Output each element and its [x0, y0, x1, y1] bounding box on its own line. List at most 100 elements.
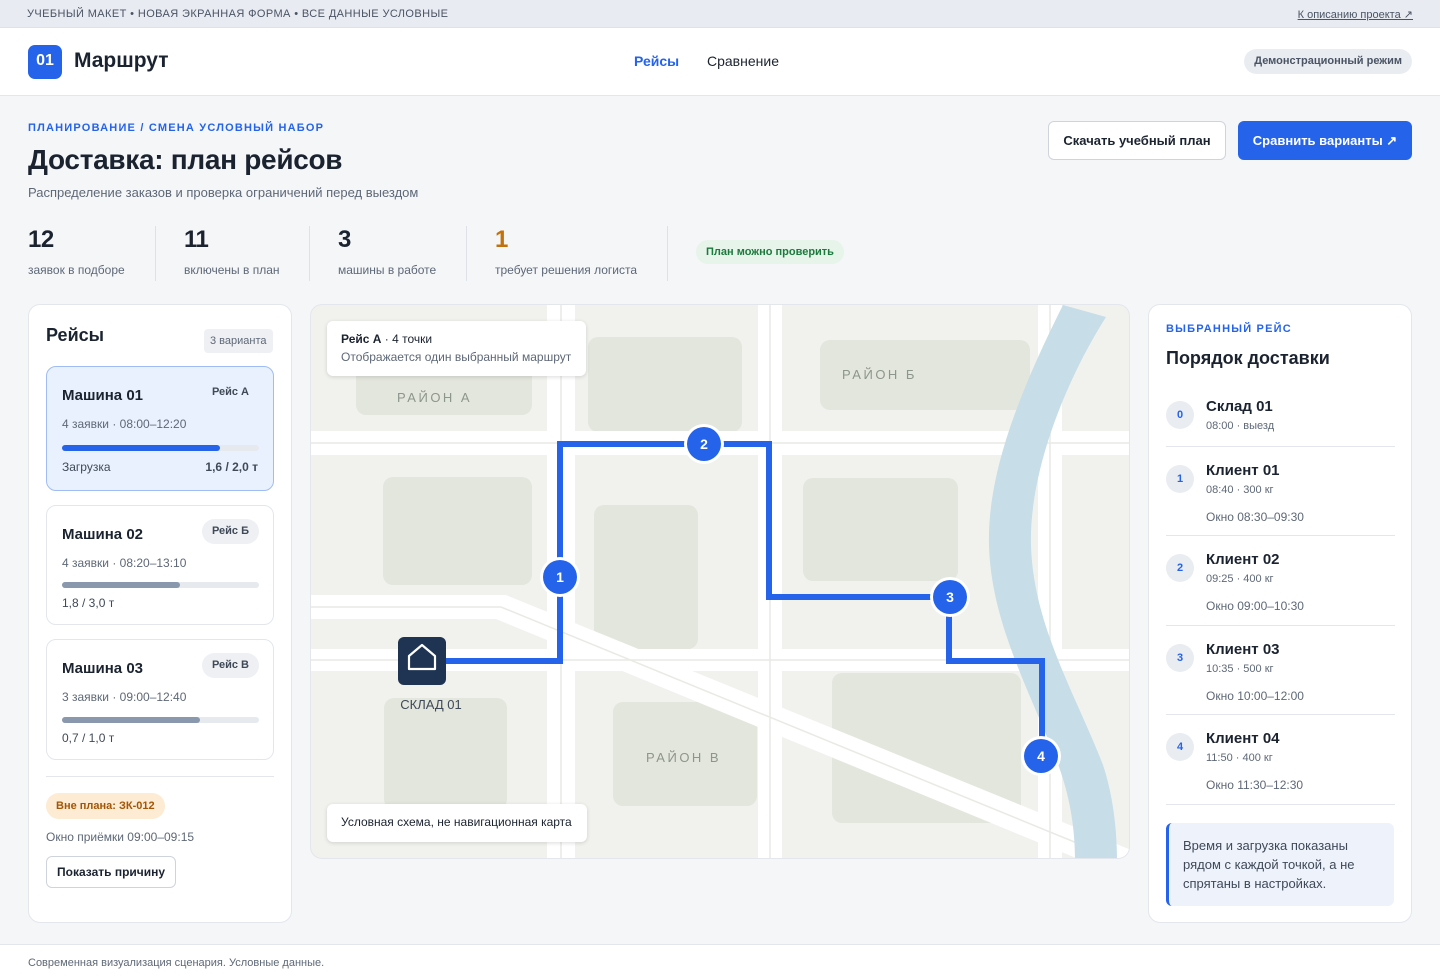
trip-card-2[interactable]: Машина 02 Рейс Б 4 заявки · 08:20–13:10 … [46, 505, 274, 625]
stat-label: машины в работе [338, 263, 437, 277]
divider [1166, 535, 1395, 536]
vehicle-name: Машина 01 [62, 387, 143, 404]
unplanned-badge: Вне плана: ЗК-012 [46, 793, 165, 819]
trip-card-1[interactable]: Машина 01 Рейс А 4 заявки · 08:00–12:20 … [46, 366, 274, 491]
footer: Современная визуализация сценария. Услов… [0, 944, 1440, 980]
vehicle-name: Машина 03 [62, 660, 143, 677]
route-subtitle: Отображается один выбранный маршрут [341, 350, 572, 364]
top-strip: УЧЕБНЫЙ МАКЕТ • НОВАЯ ЭКРАННАЯ ФОРМА • В… [0, 0, 1440, 28]
stop-window: Окно 10:00–12:00 [1206, 689, 1304, 703]
footer-text: Современная визуализация сценария. Услов… [28, 957, 325, 969]
route-name: Рейс А [341, 332, 382, 346]
project-description-link[interactable]: К описанию проекта ↗ [1298, 8, 1413, 21]
download-plan-button[interactable]: Скачать учебный план [1048, 121, 1226, 160]
route-points: · 4 точки [381, 332, 433, 346]
stat-value: 1 [495, 226, 508, 253]
stat-label: требует решения логиста [495, 263, 638, 277]
trips-title: Рейсы [46, 325, 105, 345]
district-c-label: РАЙОН В [646, 750, 721, 765]
stop-number: 2 [1166, 554, 1194, 582]
stop-name: Клиент 02 [1206, 551, 1280, 568]
compare-variants-button[interactable]: Сравнить варианты ↗ [1238, 121, 1412, 160]
district-a-label: РАЙОН А [397, 390, 472, 405]
trip-meta: 4 заявки · 08:20–13:10 [62, 556, 187, 570]
stat-requests: 12 заявок в подборе [28, 226, 125, 277]
load-value: 0,7 / 1,0 т [62, 731, 115, 745]
load-bar [62, 445, 259, 451]
vehicle-name: Машина 02 [62, 526, 143, 543]
depot-label: СКЛАД 01 [400, 697, 461, 712]
breadcrumb: ПЛАНИРОВАНИЕ / СМЕНА УСЛОВНЫЙ НАБОР [28, 122, 325, 134]
app-logo: 01 [28, 45, 62, 79]
stop-number: 3 [1166, 644, 1194, 672]
delivery-order-title: Порядок доставки [1166, 348, 1330, 368]
stop-window: Окно 09:00–10:30 [1206, 599, 1304, 613]
stop-meta: 11:50 · 400 кг [1206, 752, 1273, 764]
trip-tag: Рейс В [201, 653, 259, 678]
route-marker-2: 2 [684, 424, 724, 464]
stat-divider [466, 226, 467, 281]
load-label: Загрузка [62, 460, 111, 474]
stop-name: Клиент 01 [1206, 462, 1280, 479]
nav-trips[interactable]: Рейсы [634, 53, 679, 69]
trip-card-3[interactable]: Машина 03 Рейс В 3 заявки · 09:00–12:40 … [46, 639, 274, 760]
load-bar-fill [62, 445, 220, 451]
info-note: Время и загрузка показаны рядом с каждой… [1166, 823, 1394, 906]
stat-label: включены в план [184, 263, 280, 277]
stop-window: Окно 08:30–09:30 [1206, 510, 1304, 524]
route-map[interactable]: РАЙОН А РАЙОН Б РАЙОН В СКЛАД 01 1 2 3 4… [310, 304, 1130, 859]
map-disclaimer: Условная схема, не навигационная карта [327, 804, 587, 842]
stop-meta: 08:00 · выезд [1206, 420, 1275, 432]
route-marker-4: 4 [1021, 736, 1061, 776]
mockup-notice: УЧЕБНЫЙ МАКЕТ • НОВАЯ ЭКРАННАЯ ФОРМА • В… [27, 8, 449, 20]
trip-tag: Рейс А [211, 386, 249, 398]
load-bar [62, 582, 259, 588]
app-header: 01 Маршрут Рейсы Сравнение Демонстрацион… [0, 28, 1440, 96]
stop-meta: 09:25 · 400 кг [1206, 573, 1274, 585]
load-bar-fill [62, 582, 181, 588]
nav-compare[interactable]: Сравнение [707, 53, 779, 69]
stat-label: заявок в подборе [28, 263, 125, 277]
trip-meta: 3 заявки · 09:00–12:40 [62, 690, 187, 704]
district-b-label: РАЙОН Б [842, 367, 917, 382]
demo-mode-badge: Демонстрационный режим [1244, 49, 1412, 74]
marker-number: 3 [946, 589, 954, 605]
stop-meta: 08:40 · 300 кг [1206, 484, 1274, 496]
trip-meta: 4 заявки · 08:00–12:20 [62, 417, 187, 431]
show-reason-button[interactable]: Показать причину [46, 856, 177, 888]
route-order-panel: ВЫБРАННЫЙ РЕЙС Порядок доставки 0 Склад … [1148, 304, 1412, 923]
load-value: 1,6 / 2,0 т [205, 460, 258, 474]
trips-panel: Рейсы 3 варианта Машина 01 Рейс А 4 заяв… [28, 304, 292, 923]
route-info-card: Рейс А · 4 точки Отображается один выбра… [327, 321, 586, 376]
marker-number: 2 [700, 436, 708, 452]
app-title: Маршрут [74, 49, 169, 72]
load-bar [62, 717, 259, 723]
divider [1166, 804, 1395, 805]
stop-name: Клиент 04 [1206, 730, 1280, 747]
variants-count: 3 варианта [204, 329, 273, 353]
depot-icon [398, 637, 446, 685]
plan-status-badge: План можно проверить [696, 240, 844, 264]
divider [1166, 625, 1395, 626]
stat-value: 12 [28, 226, 54, 253]
stat-vehicles: 3 машины в работе [338, 226, 436, 277]
stop-number: 1 [1166, 465, 1194, 493]
stat-value: 11 [184, 226, 209, 253]
route-marker-1: 1 [540, 557, 580, 597]
stat-divider [155, 226, 156, 281]
map-canvas: РАЙОН А РАЙОН Б РАЙОН В СКЛАД 01 1 2 3 4 [311, 305, 1129, 858]
divider [1166, 446, 1395, 447]
load-bar-fill [62, 717, 200, 723]
stop-meta: 10:35 · 500 кг [1206, 663, 1274, 675]
stop-number: 0 [1166, 401, 1194, 429]
stat-included: 11 включены в план [184, 226, 280, 277]
route-marker-3: 3 [930, 577, 970, 617]
stop-number: 4 [1166, 733, 1194, 761]
trip-tag: Рейс Б [201, 519, 259, 544]
stop-window: Окно 11:30–12:30 [1206, 778, 1304, 792]
marker-number: 4 [1037, 748, 1045, 764]
stat-divider [309, 226, 310, 281]
page-subtitle: Распределение заказов и проверка огранич… [28, 185, 419, 200]
divider [1166, 714, 1395, 715]
stat-needs-decision: 1 требует решения логиста [495, 226, 637, 277]
